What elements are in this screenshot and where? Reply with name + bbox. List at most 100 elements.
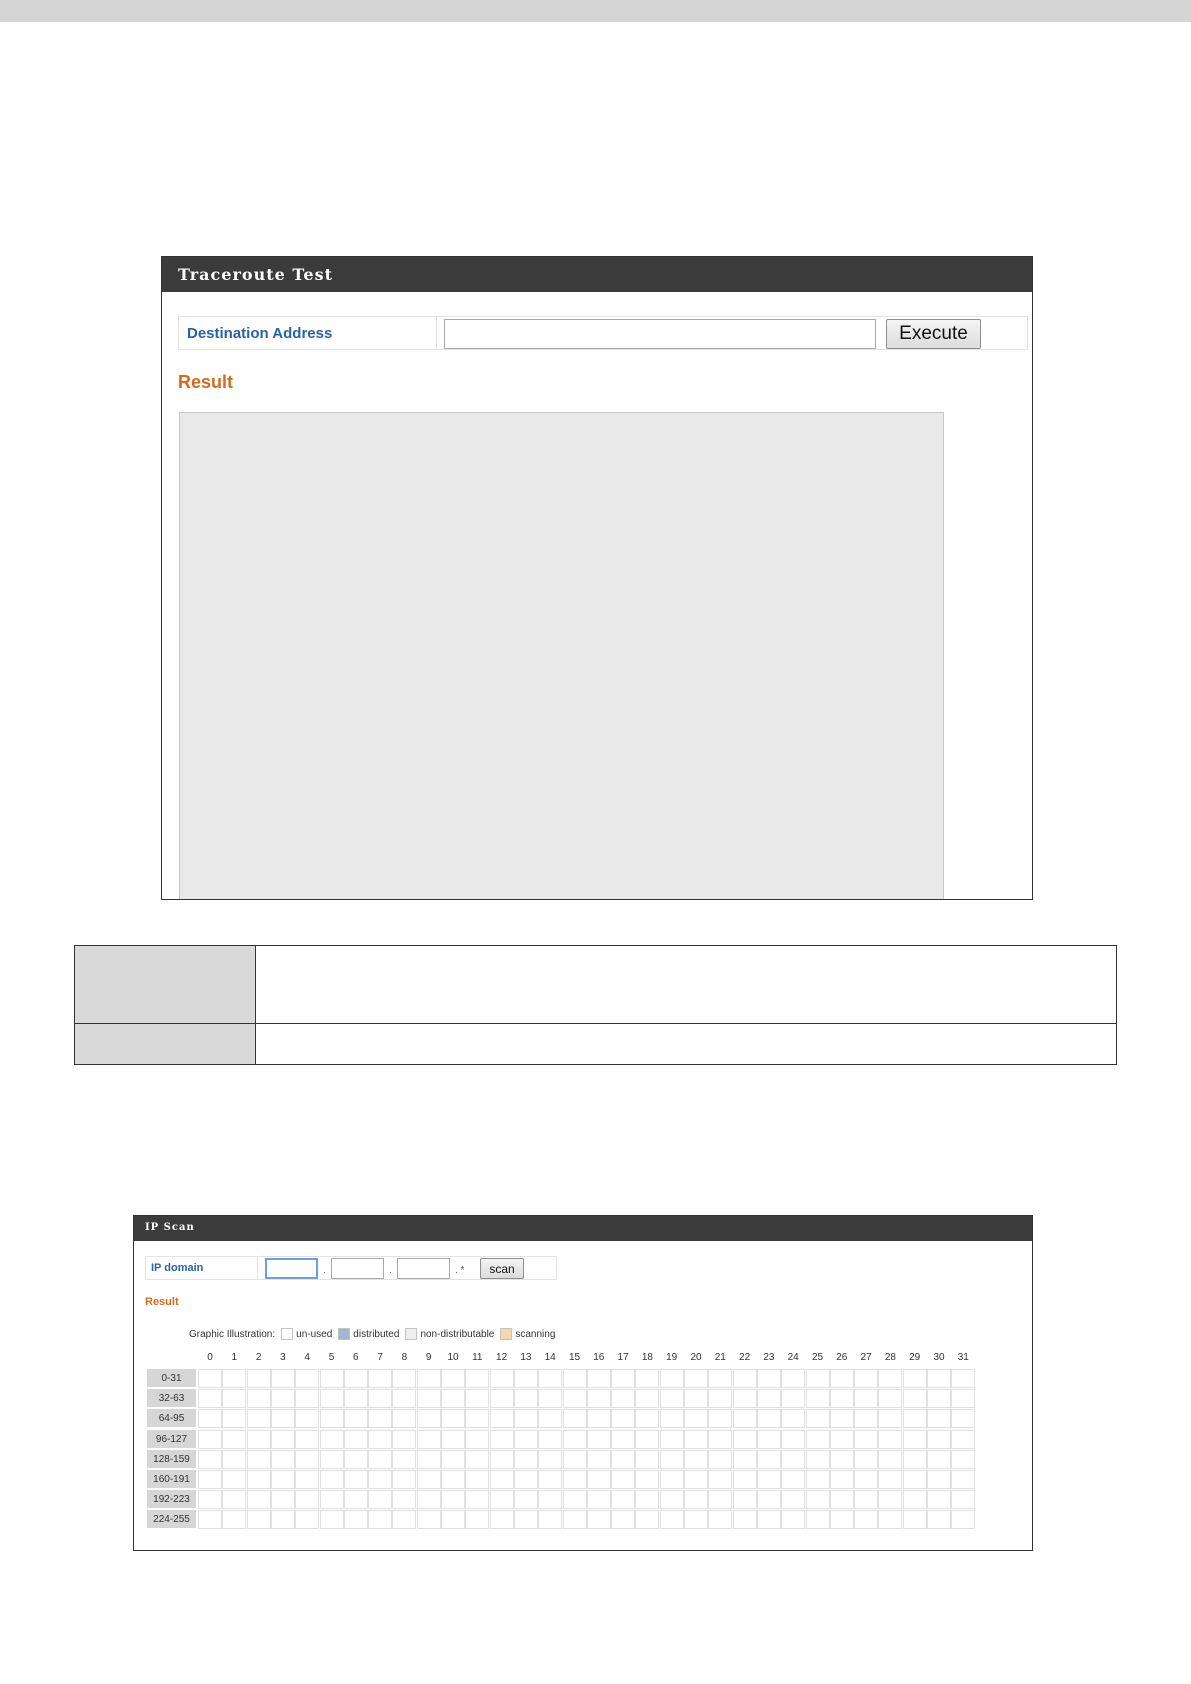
ip-grid-cell xyxy=(562,1449,587,1469)
ip-grid-cell xyxy=(198,1490,222,1510)
ip-grid-row-label: 224-255 xyxy=(147,1510,196,1529)
ip-grid-column-header: 13 xyxy=(520,1352,532,1363)
ip-grid-cell xyxy=(392,1409,417,1429)
ip-grid-cell xyxy=(513,1449,538,1469)
destination-input[interactable] xyxy=(444,319,876,349)
ip-grid-cell xyxy=(513,1510,538,1530)
destination-row: Destination Address Execute xyxy=(178,316,1028,350)
ip-grid-cell xyxy=(513,1490,538,1510)
ip-grid-cell xyxy=(878,1510,903,1530)
ip-grid-cell xyxy=(708,1429,733,1449)
ip-grid-cell xyxy=(295,1470,320,1489)
ip-grid-cell xyxy=(198,1389,222,1409)
ip-octet-1-input[interactable] xyxy=(265,1258,318,1279)
ip-grid-cell xyxy=(781,1389,806,1409)
ip-grid-cell xyxy=(878,1490,903,1510)
ip-grid-cell xyxy=(951,1470,976,1489)
ip-grid-cell xyxy=(416,1490,441,1510)
ip-grid-cell xyxy=(635,1470,660,1489)
ip-grid-cell xyxy=(343,1490,368,1510)
ip-domain-label: IP domain xyxy=(146,1257,258,1279)
ip-grid-column-header: 8 xyxy=(401,1352,408,1363)
ip-octet-3-input[interactable] xyxy=(397,1258,450,1279)
ip-grid-cell xyxy=(708,1470,733,1489)
ip-grid-cell xyxy=(927,1510,951,1530)
ip-grid-cell xyxy=(829,1449,854,1469)
ip-grid-cell xyxy=(805,1490,830,1510)
ip-grid-cell xyxy=(902,1470,927,1489)
execute-button[interactable]: Execute xyxy=(886,319,981,349)
ip-scan-title: IP Scan xyxy=(134,1216,1032,1241)
ip-grid-cell xyxy=(878,1409,903,1429)
ip-grid-cell xyxy=(441,1369,465,1388)
ip-grid-cell xyxy=(246,1369,271,1388)
ip-grid-cell xyxy=(368,1389,393,1409)
scan-button[interactable]: scan xyxy=(480,1258,524,1279)
ip-grid-row: 96-127 xyxy=(147,1429,1032,1450)
ip-grid-cell xyxy=(465,1449,490,1469)
ip-grid-cell xyxy=(951,1429,976,1449)
ip-grid-cell xyxy=(635,1490,660,1510)
ip-grid-cell xyxy=(222,1389,247,1409)
ip-grid-cell xyxy=(513,1389,538,1409)
ip-grid-cell xyxy=(611,1409,636,1429)
ip-grid-cell xyxy=(927,1389,951,1409)
ip-grid-row-label: 64-95 xyxy=(147,1409,196,1428)
ip-grid-cell xyxy=(611,1470,636,1489)
graphic-illustration-legend: Graphic Illustration: un-used distribute… xyxy=(189,1326,559,1342)
ip-grid-cell xyxy=(392,1449,417,1469)
traceroute-result-area[interactable] xyxy=(179,412,944,899)
ip-grid-cell xyxy=(951,1510,976,1530)
ip-grid-cell xyxy=(635,1449,660,1469)
legend-label-distributed: distributed xyxy=(353,1328,400,1340)
legend-title: Graphic Illustration: xyxy=(189,1328,276,1340)
ip-grid-cell xyxy=(441,1389,465,1409)
ip-grid-cell xyxy=(465,1470,490,1489)
ip-grid-cell xyxy=(586,1470,611,1489)
destination-label: Destination Address xyxy=(179,317,437,349)
ip-grid-cell xyxy=(805,1510,830,1530)
ip-grid-cell xyxy=(684,1470,708,1489)
ip-grid-cell xyxy=(732,1389,757,1409)
ip-grid-cell xyxy=(489,1449,514,1469)
ip-grid-cell xyxy=(295,1510,320,1530)
ip-grid-cell xyxy=(805,1449,830,1469)
ip-grid-cell xyxy=(198,1510,222,1530)
ip-grid-cell xyxy=(295,1369,320,1388)
ip-grid-cell xyxy=(416,1369,441,1388)
ip-grid-cell xyxy=(368,1470,393,1489)
ip-grid-cell xyxy=(927,1369,951,1388)
ip-grid-cell xyxy=(659,1389,684,1409)
ip-grid-cell xyxy=(805,1409,830,1429)
ip-grid-cell xyxy=(222,1409,247,1429)
ip-grid-cell xyxy=(586,1449,611,1469)
ip-grid-cell xyxy=(270,1389,295,1409)
ip-grid-cell xyxy=(635,1369,660,1388)
ip-grid-cell xyxy=(198,1470,222,1489)
ip-grid-cell xyxy=(416,1510,441,1530)
octet-separator: . xyxy=(389,1265,392,1276)
ip-grid-row-label: 96-127 xyxy=(147,1429,196,1448)
ip-grid-cell xyxy=(368,1490,393,1510)
ip-grid-cell xyxy=(854,1470,879,1489)
ip-grid-cell xyxy=(562,1369,587,1388)
ip-grid-cell xyxy=(319,1510,344,1530)
ip-grid-cell xyxy=(562,1429,587,1449)
ip-grid-cell xyxy=(659,1510,684,1530)
ip-grid-cell xyxy=(586,1429,611,1449)
ip-grid-cell xyxy=(513,1470,538,1489)
ip-grid-cell xyxy=(927,1470,951,1489)
ip-grid-cell xyxy=(854,1369,879,1388)
ip-grid-column-header: 1 xyxy=(231,1352,238,1363)
ip-grid-cell xyxy=(222,1369,247,1388)
ip-grid-column-header: 19 xyxy=(666,1352,678,1363)
ip-grid-cell xyxy=(416,1470,441,1489)
ip-grid-cell xyxy=(684,1490,708,1510)
ip-grid-column-header: 15 xyxy=(568,1352,581,1363)
ip-grid-cell xyxy=(198,1369,222,1388)
ip-octet-2-input[interactable] xyxy=(331,1258,384,1279)
ip-grid-cell xyxy=(441,1470,465,1489)
ip-scan-panel: IP Scan IP domain . . . * scan Result Gr… xyxy=(133,1215,1033,1551)
legend-swatch-scanning xyxy=(500,1328,513,1340)
ip-grid-cell xyxy=(562,1470,587,1489)
